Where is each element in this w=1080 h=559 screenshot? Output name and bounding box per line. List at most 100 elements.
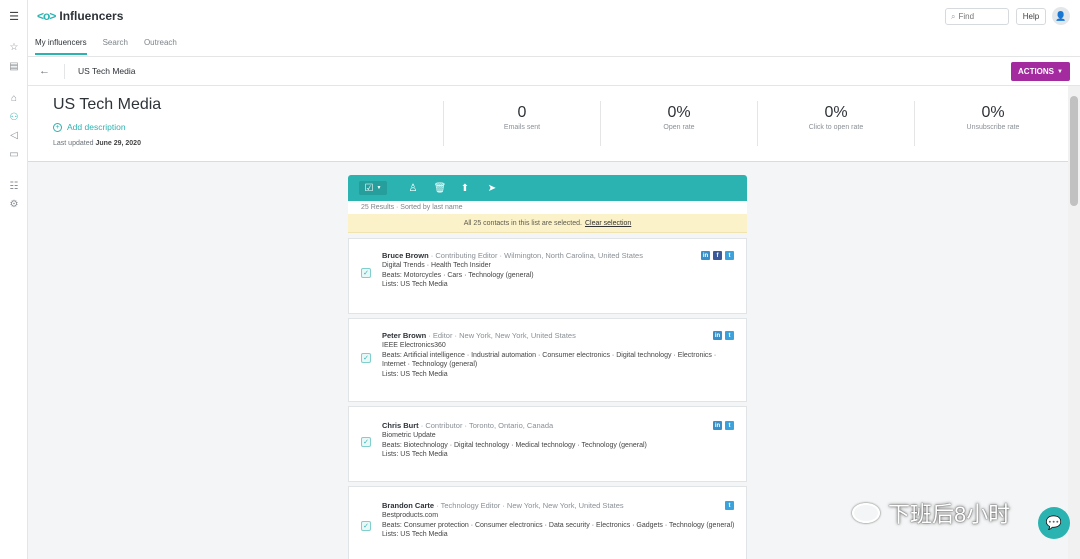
add-to-list-icon[interactable]: ♙ [406, 181, 420, 195]
twitter-icon[interactable]: t [725, 251, 734, 260]
tab-search[interactable]: Search [103, 38, 128, 55]
add-description-link[interactable]: + Add description [53, 122, 126, 132]
contact-checkbox[interactable]: ✓ [361, 353, 371, 363]
contact-name[interactable]: Bruce Brown [382, 251, 429, 260]
stat-value: 0% [981, 104, 1005, 121]
contact-meta: · Technology Editor · New York, New York… [434, 501, 624, 510]
stat-value: 0% [824, 104, 848, 121]
document-icon[interactable]: ▭ [7, 147, 21, 161]
export-icon[interactable]: ⬆ [458, 181, 472, 195]
contact-lists: Lists: US Tech Media [382, 371, 448, 379]
linkedin-icon[interactable]: in [713, 331, 722, 340]
divider [64, 64, 65, 79]
menu-icon[interactable]: ☰ [7, 9, 21, 23]
send-icon[interactable]: ➤ [485, 181, 499, 195]
contact-header: Bruce Brown · Contributing Editor · Wilm… [382, 251, 735, 261]
search-icon: ⌕ [951, 11, 956, 21]
selection-text: All 25 contacts in this list are selecte… [463, 219, 582, 227]
chevron-down-icon: ▼ [1057, 68, 1063, 75]
checkbox-checked-icon: ☑ [364, 182, 374, 194]
contact-header: Peter Brown · Editor · New York, New Yor… [382, 331, 735, 341]
contact-card[interactable]: ✓ Bruce Brown · Contributing Editor · Wi… [348, 238, 747, 314]
stat-label: Click to open rate [808, 124, 864, 131]
add-description-label: Add description [67, 122, 126, 132]
wechat-icon [852, 503, 880, 523]
top-bar: <o> Influencers ⌕ Help 👤 My influencers … [28, 0, 1080, 57]
stat-click-to-open-rate: 0% Click to open rate [757, 101, 914, 146]
tab-outreach[interactable]: Outreach [144, 38, 177, 55]
contact-checkbox[interactable]: ✓ [361, 437, 371, 447]
search-box[interactable]: ⌕ [945, 8, 1009, 25]
twitter-icon[interactable]: t [725, 501, 734, 510]
contact-card[interactable]: ✓ Chris Burt · Contributor · Toronto, On… [348, 406, 747, 482]
results-summary: 25 Results · Sorted by last name [348, 201, 747, 214]
contact-card[interactable]: ✓ Brandon Carte · Technology Editor · Ne… [348, 486, 747, 559]
chevron-down-icon: ▼ [376, 185, 382, 191]
watermark-text: 下班后8小时 [888, 502, 1011, 527]
actions-label: ACTIONS [1018, 67, 1055, 76]
user-avatar-icon[interactable]: 👤 [1052, 7, 1070, 25]
logo-icon: <o> [37, 9, 56, 23]
facebook-icon[interactable]: f [713, 251, 722, 260]
stat-label: Unsubscribe rate [966, 124, 1020, 131]
contact-card[interactable]: ✓ Peter Brown · Editor · New York, New Y… [348, 318, 747, 402]
main-tabs: My influencers Search Outreach [35, 38, 177, 55]
contact-beats: Beats: Artificial intelligence · Industr… [382, 351, 717, 369]
social-links: in f t [701, 251, 734, 260]
contact-details: Bruce Brown · Contributing Editor · Wilm… [382, 251, 735, 290]
select-all-button[interactable]: ☑ ▼ [359, 181, 387, 195]
stat-label: Open rate [663, 124, 695, 131]
contact-outlets: Bestproducts.com [382, 511, 439, 519]
stat-open-rate: 0% Open rate [600, 101, 757, 146]
stat-value: 0 [517, 104, 527, 121]
contact-checkbox[interactable]: ✓ [361, 268, 371, 278]
tab-my-influencers[interactable]: My influencers [35, 38, 87, 55]
help-button[interactable]: Help [1016, 8, 1046, 25]
twitter-icon[interactable]: t [725, 331, 734, 340]
last-updated: Last updated June 29, 2020 [53, 140, 141, 147]
contact-outlets: IEEE Electronics360 [382, 341, 446, 349]
social-links: in t [713, 421, 734, 430]
actions-button[interactable]: ACTIONS ▼ [1011, 62, 1070, 81]
app-logo[interactable]: <o> Influencers [37, 9, 123, 23]
contact-meta: · Editor · New York, New York, United St… [426, 331, 576, 340]
scrollbar-thumb[interactable] [1070, 96, 1078, 206]
linkedin-icon[interactable]: in [713, 421, 722, 430]
stat-emails-sent: 0 Emails sent [443, 101, 600, 146]
contact-beats: Beats: Motorcycles · Cars · Technology (… [382, 271, 534, 279]
megaphone-icon[interactable]: ◁ [7, 128, 21, 142]
search-input[interactable] [958, 12, 1003, 21]
left-rail: ☰ ☆ ▤ ⌂ ⚇ ◁ ▭ ☷ ⚙ [0, 0, 28, 559]
contact-beats: Beats: Consumer protection · Consumer el… [382, 521, 735, 529]
chat-launcher-icon[interactable]: 💬 [1038, 507, 1070, 539]
settings-icon[interactable]: ⚙ [7, 197, 21, 211]
contact-details: Brandon Carte · Technology Editor · New … [382, 501, 735, 540]
contact-outlets: Biometric Update [382, 431, 436, 439]
social-links: in t [713, 331, 734, 340]
contact-lists: Lists: US Tech Media [382, 451, 448, 459]
stat-label: Emails sent [503, 124, 541, 131]
twitter-icon[interactable]: t [725, 421, 734, 430]
linkedin-icon[interactable]: in [701, 251, 710, 260]
updated-date: June 29, 2020 [95, 140, 141, 147]
list-icon[interactable]: ☷ [7, 179, 21, 193]
contact-lists: Lists: US Tech Media [382, 281, 448, 289]
contact-header: Chris Burt · Contributor · Toronto, Onta… [382, 421, 735, 431]
contact-checkbox[interactable]: ✓ [361, 521, 371, 531]
contact-details: Peter Brown · Editor · New York, New Yor… [382, 331, 735, 380]
dashboard-icon[interactable]: ⌂ [7, 91, 21, 105]
contact-lists: Lists: US Tech Media [382, 531, 448, 539]
page-scrollbar[interactable] [1068, 86, 1080, 559]
contact-name[interactable]: Chris Burt [382, 421, 419, 430]
contact-name[interactable]: Brandon Carte [382, 501, 434, 510]
trash-icon[interactable]: 🗑 [433, 181, 447, 195]
influencers-icon[interactable]: ⚇ [7, 110, 21, 124]
book-icon[interactable]: ▤ [7, 59, 21, 73]
contact-name[interactable]: Peter Brown [382, 331, 426, 340]
clear-selection-link[interactable]: Clear selection [585, 220, 631, 227]
star-icon[interactable]: ☆ [7, 40, 21, 54]
back-arrow-icon[interactable]: ← [39, 65, 50, 77]
page-title: US Tech Media [53, 96, 162, 113]
app-name: Influencers [59, 9, 124, 23]
stat-value: 0% [667, 104, 691, 121]
